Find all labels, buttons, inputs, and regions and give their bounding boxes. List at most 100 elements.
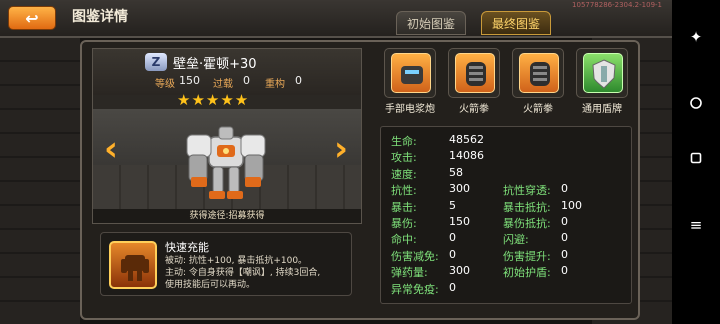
prev-arrow-icon[interactable]: ‹ <box>99 127 123 171</box>
attribute-row: 攻击: 14086 <box>391 149 511 165</box>
attribute-value: 300 <box>449 182 470 196</box>
attribute-row: 伤害提升: 0 <box>503 248 629 264</box>
attribute-value: 100 <box>561 198 582 212</box>
attribute-label: 异常免疫: <box>391 282 439 296</box>
skill-description: 被动: 抗性+100, 暴击抵抗+100。 主动: 令自身获得【嘲讽】, 持续3… <box>165 255 351 291</box>
attribute-label: 闪避: <box>503 233 529 247</box>
equipment-frame <box>576 48 628 98</box>
attribute-label: 生命: <box>391 135 417 148</box>
hero-name: 壁垒·霍顿+30 <box>173 57 257 72</box>
equipment-slot-1[interactable]: 手部电浆炮 <box>384 48 436 116</box>
plasma-cannon-icon <box>391 53 431 93</box>
attribute-label: 暴伤: <box>391 217 417 230</box>
equipment-name: 火箭拳 <box>459 104 489 115</box>
attribute-label: 抗性: <box>391 184 417 198</box>
attribute-value: 0 <box>449 231 456 245</box>
attribute-label: 暴击抵抗: <box>503 200 551 214</box>
system-nav-bar: ✦ ≡ <box>672 0 720 324</box>
attribute-row: 暴伤: 150 <box>391 215 511 231</box>
attribute-row: 生命: 48562 <box>391 133 511 149</box>
back-button[interactable]: ↩ <box>8 6 56 30</box>
attribute-label: 抗性穿透: <box>503 184 551 198</box>
equipment-slot-3[interactable]: 火箭拳 <box>512 48 564 116</box>
accessibility-icon[interactable]: ✦ <box>672 28 720 46</box>
attribute-row: 弹药量: 300 <box>391 264 511 280</box>
attribute-row: 抗性: 300 <box>391 182 511 198</box>
attribute-row: 初始护盾: 0 <box>503 264 629 280</box>
tab-initial-codex[interactable]: 初始图鉴 <box>396 11 466 35</box>
attribute-label: 暴伤抵抗: <box>503 217 551 230</box>
rank-badge: Z <box>145 53 167 71</box>
attribute-value: 0 <box>561 231 568 245</box>
rocket-fist-icon <box>519 53 559 93</box>
attribute-value: 5 <box>449 198 456 212</box>
attribute-row: 暴击: 5 <box>391 199 511 215</box>
circle-home-icon[interactable] <box>672 96 720 114</box>
top-bar: ↩ 图鉴详情 105778286-2304.2-109-1 初始图鉴 最终图鉴 <box>0 0 672 38</box>
attribute-row: 闪避: 0 <box>503 231 629 247</box>
equipment-name: 火箭拳 <box>523 104 553 115</box>
refactor-label: 重构 <box>265 79 285 90</box>
hero-card: Z 壁垒·霍顿+30 等级 150 过载 0 重构 0 ★★★★★ ‹ › 获得… <box>92 48 362 224</box>
level-label: 等级 <box>155 79 175 90</box>
skill-desc-line: 使用技能后可以再动。 <box>165 280 256 290</box>
refactor-value: 0 <box>295 74 302 87</box>
version-text: 105778286-2304.2-109-1 <box>572 1 662 9</box>
attribute-panel: 生命: 48562 攻击: 14086 速度: 58 抗性: 300 暴击: 5 暴伤: 150 命中:… <box>380 126 632 304</box>
equipment-slot-4[interactable]: 通用盾牌 <box>576 48 628 116</box>
attribute-label: 攻击: <box>391 151 417 165</box>
attribute-value: 0 <box>561 182 568 196</box>
attribute-row: 暴伤抵抗: 0 <box>503 215 629 231</box>
equipment-frame <box>512 48 564 98</box>
attribute-label: 命中: <box>391 233 417 247</box>
page-title: 图鉴详情 <box>72 9 128 25</box>
attribute-row: 伤害减免: 0 <box>391 248 511 264</box>
rocket-fist-icon <box>455 53 495 93</box>
attribute-value: 14086 <box>449 149 484 163</box>
acquire-source: 获得途径:招募获得 <box>93 209 361 223</box>
tab-final-codex[interactable]: 最终图鉴 <box>481 11 551 35</box>
skill-desc-line: 主动: 令自身获得【嘲讽】, 持续3回合, <box>165 268 321 278</box>
mech-robot-icon <box>186 126 266 199</box>
back-arrow-icon: ↩ <box>25 8 39 28</box>
attribute-value: 0 <box>561 247 568 261</box>
quick-charge-skill-icon[interactable] <box>109 241 157 289</box>
equipment-frame <box>384 48 436 98</box>
attribute-label: 暴击: <box>391 200 417 214</box>
attribute-value: 48562 <box>449 133 484 146</box>
attribute-value: 0 <box>449 280 456 294</box>
attribute-value: 0 <box>561 215 568 228</box>
attribute-label: 速度: <box>391 167 417 181</box>
attribute-value: 0 <box>449 247 456 261</box>
equipment-slot-2[interactable]: 火箭拳 <box>448 48 500 116</box>
attribute-label: 伤害提升: <box>503 249 551 263</box>
attribute-row: 速度: 58 <box>391 166 511 182</box>
skill-desc-line: 被动: 抗性+100, 暴击抵抗+100。 <box>165 256 308 266</box>
attribute-value: 58 <box>449 165 463 179</box>
attribute-row: 异常免疫: 0 <box>391 281 511 297</box>
attribute-value: 150 <box>449 215 470 228</box>
left-wall-decor <box>0 38 80 324</box>
attribute-value: 0 <box>561 264 568 278</box>
skill-panel: 快速充能 被动: 抗性+100, 暴击抵抗+100。 主动: 令自身获得【嘲讽】… <box>100 232 352 296</box>
overload-value: 0 <box>243 74 250 87</box>
equipment-name: 通用盾牌 <box>582 104 622 115</box>
attribute-row: 暴击抵抗: 100 <box>503 199 629 215</box>
attribute-label: 伤害减免: <box>391 249 439 263</box>
shield-icon <box>583 53 623 93</box>
menu-icon[interactable]: ≡ <box>672 216 720 234</box>
next-arrow-icon[interactable]: › <box>329 127 353 171</box>
equipment-frame <box>448 48 500 98</box>
equipment-name: 手部电浆炮 <box>385 104 435 115</box>
overload-label: 过载 <box>213 79 233 90</box>
square-recents-icon[interactable] <box>672 150 720 168</box>
hero-header: Z 壁垒·霍顿+30 等级 150 过载 0 重构 0 <box>93 49 361 95</box>
skill-name: 快速充能 <box>165 241 209 254</box>
level-value: 150 <box>179 74 200 87</box>
attribute-label: 初始护盾: <box>503 266 551 280</box>
hero-stage: ‹ › <box>93 109 361 209</box>
star-rating: ★★★★★ <box>177 91 250 109</box>
attribute-row: 命中: 0 <box>391 231 511 247</box>
attribute-label: 弹药量: <box>391 266 428 280</box>
attribute-row: 抗性穿透: 0 <box>503 182 629 198</box>
